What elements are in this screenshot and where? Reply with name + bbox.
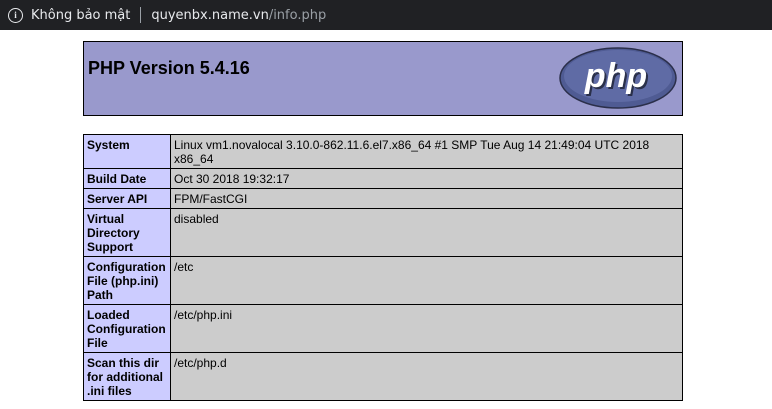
url-host: quyenbx.name.vn xyxy=(151,7,269,23)
row-key: Configuration File (php.ini) Path xyxy=(83,256,171,305)
table-row: System Linux vm1.novalocal 3.10.0-862.11.… xyxy=(83,134,683,169)
table-row: Scan this dir for additional .ini files /… xyxy=(83,352,683,401)
info-table: System Linux vm1.novalocal 3.10.0-862.11.… xyxy=(83,134,683,401)
table-row: Server API FPM/FastCGI xyxy=(83,188,683,209)
php-logo: php php xyxy=(559,47,677,109)
table-row: Configuration File (php.ini) Path/etc xyxy=(83,256,683,305)
phpinfo-header: PHP Version 5.4.16 php php xyxy=(83,41,683,116)
address-separator xyxy=(140,7,142,23)
row-key: Scan this dir for additional .ini files xyxy=(83,352,171,401)
url-path: /info.php xyxy=(268,7,327,23)
row-value: Oct 30 2018 19:32:17 xyxy=(170,168,683,189)
row-key: Build Date xyxy=(83,168,171,189)
info-icon[interactable]: i xyxy=(8,7,23,23)
table-row: Virtual Directory Support disabled xyxy=(83,208,683,257)
php-logo-text: php xyxy=(584,57,647,95)
row-key: Loaded Configuration File xyxy=(83,304,171,353)
row-value: /etc/php.d xyxy=(170,352,683,401)
row-key: Server API xyxy=(83,188,171,209)
row-value: FPM/FastCGI xyxy=(170,188,683,209)
table-row: Build Date Oct 30 2018 19:32:17 xyxy=(83,168,683,189)
page-title: PHP Version 5.4.16 xyxy=(88,58,250,78)
row-key: Virtual Directory Support xyxy=(83,208,171,257)
address-bar[interactable]: i Không bảo mật quyenbx.name.vn/info.php xyxy=(0,0,772,30)
row-value: /etc xyxy=(170,256,683,305)
table-row: Loaded Configuration File/etc/php.ini xyxy=(83,304,683,353)
row-value: Linux vm1.novalocal 3.10.0-862.11.6.el7.… xyxy=(170,134,683,169)
row-key: System xyxy=(83,134,171,169)
url-text[interactable]: quyenbx.name.vn/info.php xyxy=(151,8,326,23)
row-value: disabled xyxy=(170,208,683,257)
row-value: /etc/php.ini xyxy=(170,304,683,353)
security-label[interactable]: Không bảo mật xyxy=(31,8,130,23)
